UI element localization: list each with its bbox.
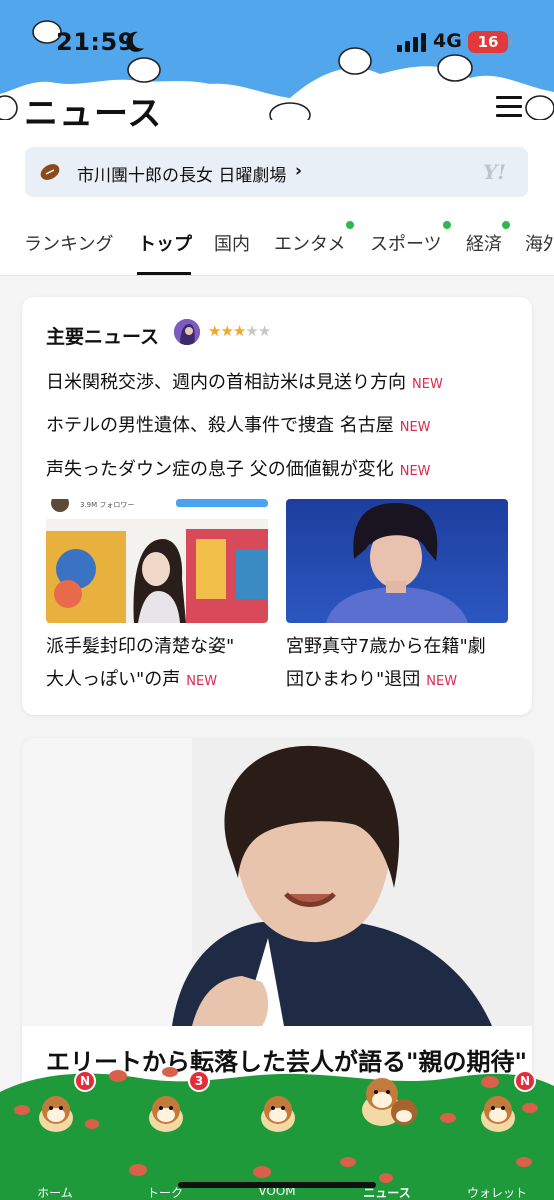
tab-sports[interactable]: スポーツ (370, 230, 442, 256)
nav-home[interactable]: N ホーム (10, 1070, 100, 1200)
caption-line: 派手髪封印の清楚な姿" (46, 636, 235, 657)
battery-tip (509, 38, 512, 46)
tab-economy[interactable]: 経済 (466, 230, 502, 256)
tab-entertainment-dot (346, 221, 354, 229)
new-badge: NEW (186, 674, 218, 689)
headline-text: 日米関税交渉、週内の首相訪米は見送り方向 (46, 372, 406, 393)
moon-icon (126, 31, 144, 52)
news-thumbnail-caption[interactable]: 宮野真守7歳から在籍"劇 団ひまわり"退団 NEW (286, 630, 508, 698)
main-news-title: 主要ニュース (46, 326, 160, 348)
headline-text: 声失ったダウン症の息子 父の価値観が変化 (46, 459, 394, 480)
tab-world[interactable]: 海外 (525, 230, 554, 256)
feature-article-image (22, 738, 532, 1026)
headline-item[interactable]: ホテルの男性遺体、殺人事件で捜査 名古屋 NEW (46, 411, 431, 437)
notification-badge: N (74, 1070, 96, 1092)
nav-label: ホーム (37, 1186, 73, 1200)
tab-top[interactable]: トップ (138, 230, 192, 256)
yahoo-logo: Y! (483, 160, 507, 184)
star-icon-filled: ★ (232, 322, 246, 340)
category-tabs: ランキング トップ 国内 エンタメ スポーツ 経済 海外 (0, 210, 554, 276)
tab-sports-dot (443, 221, 451, 229)
new-badge: NEW (426, 674, 458, 689)
avatar (174, 319, 200, 345)
chevron-right-icon: › (295, 161, 303, 181)
chipmunk-wallet-icon (481, 1096, 515, 1132)
battery-icon: 16 (468, 31, 508, 53)
notification-badge: 3 (188, 1070, 210, 1092)
top-banner[interactable]: 市川團十郎の長女 日曜劇場 › Y! (25, 147, 528, 197)
tab-entertainment[interactable]: エンタメ (274, 230, 345, 256)
bottom-navigation: N ホーム 3 トーク VOOM ニュース N ウォレット (0, 1052, 554, 1200)
tab-economy-dot (502, 221, 510, 229)
rating-stars: ★★★★★ (208, 322, 271, 340)
chipmunk-news-icon (362, 1078, 417, 1126)
hamburger-icon[interactable] (496, 96, 522, 118)
caption-line: 大人っぽい"の声 (46, 669, 181, 690)
status-bar: 21:59 4G 16 (0, 22, 554, 62)
headline-text: ホテルの男性遺体、殺人事件で捜査 名古屋 (46, 415, 394, 436)
star-icon-empty: ★ (257, 322, 271, 340)
active-tab-indicator (137, 272, 191, 275)
new-badge: NEW (412, 377, 443, 392)
news-thumbnail-1[interactable]: 3.9M フォロワー (46, 499, 268, 623)
star-icon-filled: ★ (208, 322, 221, 340)
nav-label: ウォレット (466, 1186, 527, 1200)
chipmunk-talk-icon (149, 1096, 183, 1132)
thumbnail-overlay-text: 3.9M フォロワー (80, 501, 135, 509)
caption-line: 団ひまわり"退団 (286, 669, 421, 690)
chipmunk-home-icon (39, 1096, 73, 1132)
network-type: 4G (433, 30, 462, 52)
star-icon-empty: ★ (245, 322, 258, 340)
main-news-card: 主要ニュース ★★★★★ 日米関税交渉、週内の首相訪米は見送り方向 NEW ホテル… (22, 297, 532, 715)
chipmunk-voom-icon (261, 1096, 295, 1132)
new-badge: NEW (399, 420, 431, 435)
notification-badge: N (514, 1070, 536, 1092)
home-indicator (178, 1182, 376, 1188)
nav-wallet[interactable]: N ウォレット (452, 1070, 542, 1200)
headline-item[interactable]: 日米関税交渉、週内の首相訪米は見送り方向 NEW (46, 368, 443, 394)
signal-icon (397, 33, 426, 52)
football-icon (40, 164, 60, 180)
news-thumbnail-2[interactable] (286, 499, 508, 623)
page-title: ニュース (24, 94, 163, 134)
tab-domestic[interactable]: 国内 (214, 230, 250, 256)
app-header: 21:59 4G 16 ニュース 市川團十郎の長女 日曜劇場 › Y! (0, 0, 554, 210)
tab-ranking[interactable]: ランキング (24, 230, 113, 256)
news-thumbnail-caption[interactable]: 派手髪封印の清楚な姿" 大人っぽい"の声 NEW (46, 630, 268, 698)
headline-item[interactable]: 声失ったダウン症の息子 父の価値観が変化 NEW (46, 455, 431, 481)
star-icon-filled: ★ (220, 322, 233, 340)
new-badge: NEW (399, 464, 431, 479)
banner-text: 市川團十郎の長女 日曜劇場 (77, 166, 287, 186)
caption-line: 宮野真守7歳から在籍"劇 (286, 636, 486, 657)
